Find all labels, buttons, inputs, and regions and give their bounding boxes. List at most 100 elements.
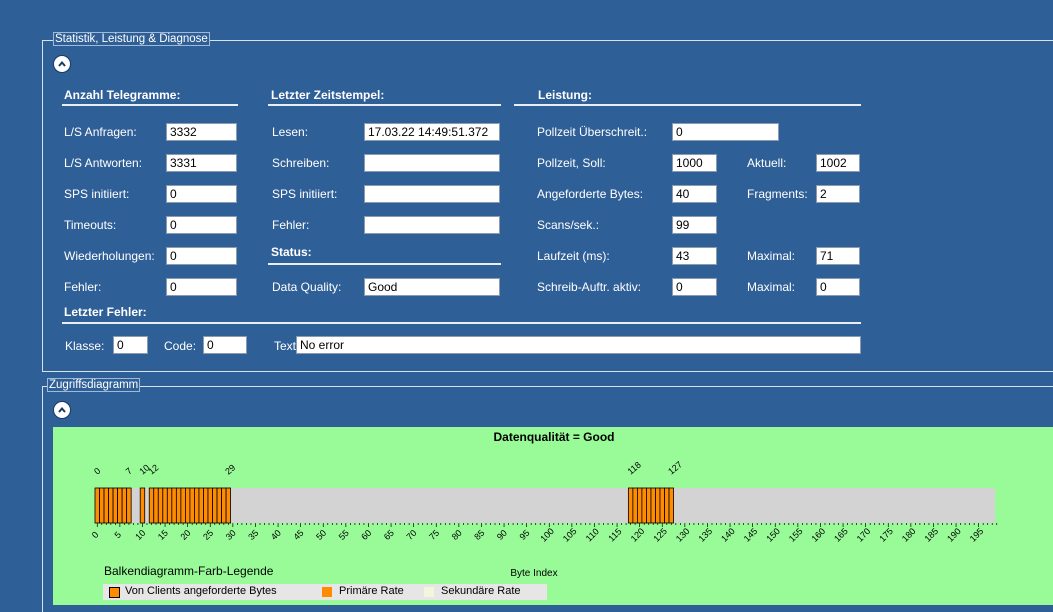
range-label: 127 bbox=[666, 459, 684, 476]
legend-swatch-requested bbox=[109, 587, 120, 598]
x-tick-label: 90 bbox=[495, 528, 509, 542]
requested-byte-bar bbox=[117, 487, 123, 524]
x-tick-label: 135 bbox=[696, 526, 714, 544]
requested-bytes-field[interactable]: 40 bbox=[672, 185, 717, 203]
requested-byte-bar bbox=[641, 487, 647, 524]
stats-collapse-button[interactable] bbox=[53, 55, 71, 73]
x-axis-label: Byte Index bbox=[510, 568, 557, 579]
requested-byte-bar bbox=[225, 487, 232, 524]
requested-byte-bar bbox=[189, 487, 195, 524]
error-class-field[interactable]: 0 bbox=[113, 336, 148, 354]
access-collapse-button[interactable] bbox=[53, 401, 71, 419]
scans-field[interactable]: 99 bbox=[672, 216, 717, 234]
requested-byte-bar bbox=[212, 487, 218, 524]
counts-divider bbox=[62, 104, 238, 106]
poll-exceed-field[interactable]: 0 bbox=[672, 123, 779, 141]
read-label: Lesen: bbox=[272, 125, 309, 139]
range-labels-group: 0 7 1012 29 118 127 bbox=[92, 459, 684, 476]
requested-byte-bar bbox=[216, 487, 222, 524]
x-tick-label: 120 bbox=[629, 526, 647, 544]
runtime-field[interactable]: 43 bbox=[672, 247, 717, 265]
plc-initiated-timestamp-field[interactable] bbox=[364, 185, 500, 203]
requested-byte-bar bbox=[171, 487, 177, 524]
write-max-label: Maximal: bbox=[747, 280, 796, 294]
x-tick-label: 130 bbox=[674, 526, 692, 544]
requested-byte-bar bbox=[153, 487, 159, 524]
requested-byte-bar bbox=[112, 487, 119, 524]
requested-byte-bar bbox=[99, 487, 105, 524]
responses-field[interactable]: 3331 bbox=[166, 154, 237, 172]
x-tick-label: 140 bbox=[719, 526, 737, 544]
x-tick-label: 100 bbox=[538, 526, 556, 544]
write-label: Schreiben: bbox=[272, 156, 330, 170]
fragments-label: Fragments: bbox=[747, 187, 808, 201]
requested-byte-bar bbox=[162, 487, 168, 524]
requested-byte-bar bbox=[659, 487, 665, 524]
retries-field[interactable]: 0 bbox=[166, 247, 237, 265]
poll-target-field[interactable]: 1000 bbox=[672, 154, 717, 172]
x-tick-label: 0 bbox=[90, 530, 101, 541]
range-label: 118 bbox=[625, 460, 642, 477]
timeouts-field[interactable]: 0 bbox=[166, 216, 237, 234]
x-tick-label: 180 bbox=[900, 526, 918, 544]
runtime-max-field[interactable]: 71 bbox=[816, 247, 860, 265]
x-tick-label: 160 bbox=[809, 526, 827, 544]
plc-initiated-label: SPS initiiert: bbox=[64, 187, 130, 201]
runtime-label: Laufzeit (ms): bbox=[537, 249, 610, 263]
requested-byte-bar bbox=[103, 487, 109, 524]
requested-byte-bar bbox=[166, 487, 173, 524]
write-active-field[interactable]: 0 bbox=[672, 278, 717, 296]
requested-byte-bar bbox=[175, 487, 182, 524]
requested-byte-bar bbox=[668, 487, 674, 524]
read-timestamp-field[interactable]: 17.03.22 14:49:51.372 bbox=[364, 123, 500, 141]
x-tick-label: 50 bbox=[314, 528, 328, 542]
requested-byte-bar bbox=[637, 487, 643, 524]
range-label: 12 bbox=[146, 462, 160, 476]
write-max-field[interactable]: 0 bbox=[816, 278, 860, 296]
requested-byte-bar bbox=[632, 487, 638, 524]
x-tick-label: 195 bbox=[968, 526, 986, 544]
x-tick-label: 55 bbox=[337, 528, 351, 542]
plc-initiated-field[interactable]: 0 bbox=[166, 185, 237, 203]
x-tick-label: 175 bbox=[877, 526, 895, 544]
legend-swatch-primary bbox=[322, 587, 332, 597]
error-code-label: Code: bbox=[164, 339, 197, 353]
data-quality-field[interactable]: Good bbox=[364, 278, 500, 296]
timeouts-label: Timeouts: bbox=[64, 218, 117, 232]
legend-title: Balkendiagramm-Farb-Legende bbox=[104, 564, 274, 578]
requested-byte-bar bbox=[180, 487, 186, 524]
errors-label: Fehler: bbox=[64, 280, 102, 294]
requests-field[interactable]: 3332 bbox=[166, 123, 237, 141]
x-tick-label: 30 bbox=[224, 528, 238, 542]
chevron-up-icon bbox=[58, 60, 66, 67]
x-tick-label: 185 bbox=[922, 526, 940, 544]
requested-byte-bar bbox=[126, 487, 132, 524]
errors-field[interactable]: 0 bbox=[166, 278, 237, 296]
requests-label: L/S Anfragen: bbox=[64, 125, 137, 139]
access-chart: Datenqualität = Good 0 7 10 12 29 118 127 0 5 10… bbox=[53, 427, 1053, 605]
requested-byte-bar bbox=[664, 487, 670, 524]
error-code-field[interactable]: 0 bbox=[203, 336, 247, 354]
x-tick-label: 45 bbox=[291, 528, 305, 542]
error-text-field[interactable]: No error bbox=[296, 336, 861, 354]
error-timestamp-field[interactable] bbox=[364, 216, 500, 234]
x-tick-label: 145 bbox=[742, 526, 760, 544]
write-timestamp-field[interactable] bbox=[364, 154, 500, 172]
x-tick-label: 95 bbox=[517, 528, 531, 542]
runtime-max-label: Maximal: bbox=[747, 249, 796, 263]
x-tick-label: 125 bbox=[651, 526, 669, 544]
stats-panel-legend: Statistik, Leistung & Diagnose bbox=[53, 32, 210, 46]
current-field[interactable]: 1002 bbox=[816, 154, 860, 172]
poll-exceed-label: Pollzeit Überschreit.: bbox=[537, 125, 648, 139]
range-label: 7 bbox=[124, 466, 134, 477]
chart-legend: Von Clients angeforderte Bytes Primäre R… bbox=[103, 584, 547, 600]
x-tick-label: 65 bbox=[382, 528, 396, 542]
x-tick-label: 35 bbox=[246, 528, 260, 542]
write-active-label: Schreib-Auftr. aktiv: bbox=[537, 280, 642, 294]
x-tick-label: 75 bbox=[427, 528, 441, 542]
x-tick-label: 20 bbox=[178, 528, 192, 542]
fragments-field[interactable]: 2 bbox=[816, 185, 860, 203]
x-tick-label: 170 bbox=[855, 526, 873, 544]
requested-byte-bar bbox=[108, 487, 114, 524]
x-tick-label: 80 bbox=[450, 528, 464, 542]
